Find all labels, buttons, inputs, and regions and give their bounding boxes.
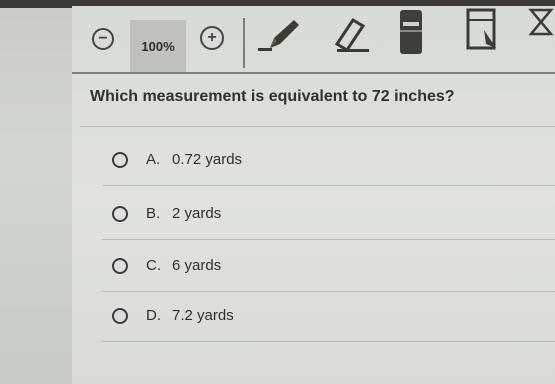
choice-letter: B. [146,205,161,222]
choice-text: 7.2 yards [172,307,234,324]
radio-button[interactable] [112,206,128,222]
question-text: Which measurement is equivalent to 72 in… [90,88,455,105]
choice-b[interactable]: B. 2 yards [102,188,555,240]
zoom-out-icon[interactable]: − [92,28,114,50]
toolbar-separator [72,72,555,74]
radio-button[interactable] [112,308,128,324]
pencil-icon[interactable] [258,14,304,56]
toolbar: − 100% + [72,8,555,74]
choice-a[interactable]: A. 0.72 yards [102,134,555,186]
choice-c[interactable]: C. 6 yards [102,240,555,292]
choice-text: 6 yards [172,257,222,274]
choice-divider [102,341,555,342]
zoom-level: 100% [130,20,186,72]
choice-d[interactable]: D. 7.2 yards [102,290,555,342]
choice-letter: D. [146,307,161,324]
choice-divider [102,185,555,186]
zoom-in-icon[interactable]: + [200,26,224,50]
radio-button[interactable] [112,258,128,274]
choice-text: 0.72 yards [172,151,243,168]
flag-icon[interactable] [527,8,555,38]
notepad-icon[interactable] [462,8,502,54]
question-divider [80,126,555,127]
eraser-icon[interactable] [327,14,375,56]
choice-text: 2 yards [172,205,222,222]
radio-button[interactable] [112,152,128,168]
choice-letter: C. [146,257,161,274]
toolbar-divider [243,18,245,68]
calculator-icon[interactable] [392,8,432,58]
choice-letter: A. [146,151,161,168]
